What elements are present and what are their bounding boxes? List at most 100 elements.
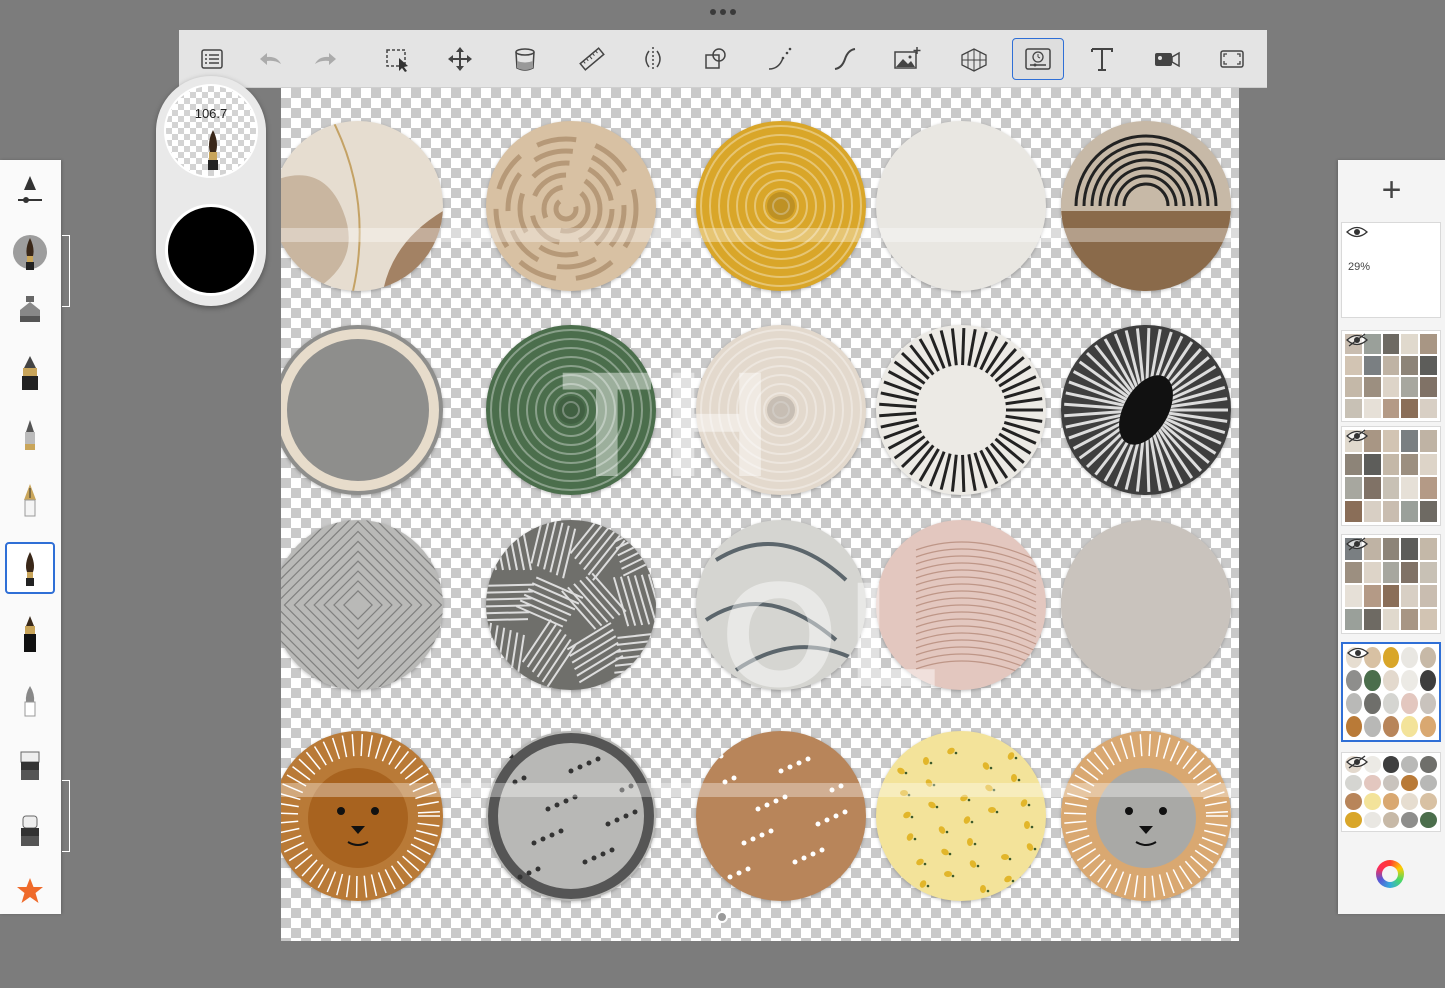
plate-image xyxy=(1061,325,1231,495)
airbrush-icon xyxy=(20,296,40,322)
curve-button[interactable] xyxy=(819,38,871,80)
eye-icon[interactable] xyxy=(1347,646,1369,660)
plate-image xyxy=(696,121,866,291)
time-lapse-button[interactable] xyxy=(1012,38,1064,80)
layers-list-button[interactable] xyxy=(186,38,238,80)
plate-image xyxy=(486,731,656,901)
undo-button[interactable] xyxy=(244,38,296,80)
current-color-swatch[interactable] xyxy=(165,204,257,296)
move-icon xyxy=(448,47,472,71)
paint-bucket-icon xyxy=(515,48,535,71)
drawing-canvas[interactable]: TH OL xyxy=(281,88,1239,941)
watermark-band xyxy=(281,228,1239,242)
image-add-icon xyxy=(894,47,921,69)
ink-pen-button[interactable] xyxy=(5,346,55,398)
eye-icon[interactable] xyxy=(1346,225,1368,239)
plate-image xyxy=(281,121,443,291)
brush-size-value: 106.7 xyxy=(194,106,228,121)
airbrush-button[interactable] xyxy=(5,282,55,334)
color-wheel-icon[interactable] xyxy=(1376,860,1404,888)
plate-image xyxy=(281,325,443,495)
marker-icon xyxy=(24,616,36,652)
eraser-soft-button[interactable] xyxy=(5,806,55,858)
plate-image xyxy=(696,731,866,901)
plate-image xyxy=(1061,520,1231,690)
time-lapse-icon xyxy=(1025,48,1051,70)
plate-image xyxy=(696,520,866,690)
stroke-icon xyxy=(768,47,792,70)
selection-icon xyxy=(386,49,408,72)
canvas-scroll-indicator[interactable] xyxy=(716,911,728,923)
layer-preview xyxy=(1345,538,1437,630)
plate-image xyxy=(486,121,656,291)
fill-button[interactable] xyxy=(499,38,551,80)
ruler-button[interactable] xyxy=(566,38,618,80)
add-layer-button[interactable]: + xyxy=(1338,160,1445,220)
fullscreen-button[interactable] xyxy=(1206,38,1258,80)
brush-group-bracket xyxy=(62,235,70,307)
layer-preview xyxy=(1345,430,1437,522)
perspective-grid-icon xyxy=(961,48,987,72)
transform-button[interactable] xyxy=(434,38,486,80)
top-drag-handle[interactable] xyxy=(709,9,737,17)
plate-image xyxy=(486,325,656,495)
fullscreen-icon xyxy=(1220,50,1244,68)
pencil-button[interactable] xyxy=(5,410,55,462)
smudge-button[interactable] xyxy=(5,674,55,726)
marker-button[interactable] xyxy=(5,608,55,660)
perspective-button[interactable] xyxy=(948,38,1000,80)
text-icon xyxy=(1091,48,1113,71)
eraser-hard-button[interactable] xyxy=(5,740,55,792)
shapes-button[interactable] xyxy=(690,38,742,80)
redo-button[interactable] xyxy=(300,38,352,80)
pencil-icon xyxy=(25,420,35,450)
layer-thumbnail[interactable] xyxy=(1341,330,1441,422)
brush-size-preview[interactable]: 106.7 xyxy=(164,84,258,178)
plate-image xyxy=(486,520,656,690)
paint-brush-button[interactable] xyxy=(5,226,55,278)
smudge-icon xyxy=(24,686,36,717)
eye-hidden-icon[interactable] xyxy=(1346,333,1368,347)
plate-image xyxy=(876,121,1046,291)
curve-icon xyxy=(834,48,856,70)
fountain-pen-button[interactable] xyxy=(5,474,55,526)
import-image-button[interactable] xyxy=(881,38,933,80)
plate-image xyxy=(876,520,1046,690)
eye-hidden-icon[interactable] xyxy=(1346,537,1368,551)
symmetry-button[interactable] xyxy=(627,38,679,80)
watermark-band xyxy=(281,783,1239,797)
paint-brush-icon xyxy=(13,235,47,270)
brush-settings-button[interactable] xyxy=(5,166,55,218)
text-button[interactable] xyxy=(1076,38,1128,80)
brush-group-bracket xyxy=(62,780,70,852)
layer-thumbnail[interactable] xyxy=(1341,752,1441,832)
brush-settings-icon xyxy=(18,176,42,203)
layers-panel: + 29% xyxy=(1338,160,1445,914)
layer-thumbnail[interactable] xyxy=(1341,534,1441,634)
ruler-icon xyxy=(579,47,605,71)
ink-pen-icon xyxy=(22,356,38,390)
layer-thumbnail[interactable] xyxy=(1341,642,1441,742)
stroke-button[interactable] xyxy=(754,38,806,80)
plate-image xyxy=(696,325,866,495)
eye-hidden-icon[interactable] xyxy=(1346,755,1368,769)
selection-button[interactable] xyxy=(371,38,423,80)
round-brush-button[interactable] xyxy=(5,542,55,594)
undo-icon xyxy=(260,53,281,65)
favorites-button[interactable] xyxy=(5,868,55,920)
eye-hidden-icon[interactable] xyxy=(1346,429,1368,443)
redo-icon xyxy=(315,53,336,65)
layer-opacity: 29% xyxy=(1348,261,1371,273)
round-brush-icon xyxy=(26,552,34,586)
plate-image xyxy=(1061,121,1231,291)
paint-brush-icon xyxy=(208,130,218,170)
layer-thumbnail[interactable] xyxy=(1341,426,1441,526)
video-icon xyxy=(1155,51,1180,68)
record-button[interactable] xyxy=(1141,38,1193,80)
eraser-icon xyxy=(20,751,40,780)
list-icon xyxy=(201,49,223,69)
layer-preview xyxy=(1346,647,1436,737)
symmetry-icon xyxy=(645,47,661,71)
brush-size-puck[interactable]: 106.7 xyxy=(156,76,266,306)
layer-thumbnail[interactable]: 29% xyxy=(1341,222,1441,318)
